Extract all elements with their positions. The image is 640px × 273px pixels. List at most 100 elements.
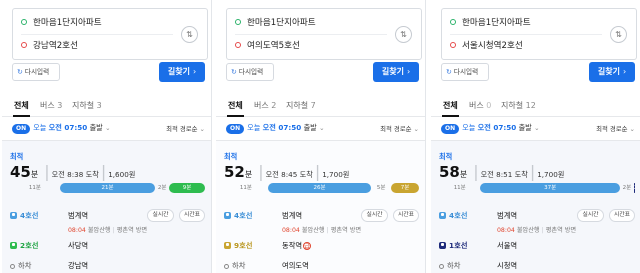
subway-icon bbox=[224, 242, 231, 249]
walk-segment: 11분 bbox=[453, 185, 466, 191]
subway-segment: 7분 bbox=[391, 183, 419, 193]
duration-row: 52분 | 오전 8:45 도착 | 1,700원 bbox=[224, 162, 349, 181]
reset-button[interactable]: ↻ 다시입력 bbox=[12, 63, 60, 81]
tab-label: 버스 bbox=[254, 101, 269, 110]
sort-select[interactable]: 최적 경로순 ⌄ bbox=[380, 124, 419, 133]
tab-label: 전체 bbox=[14, 101, 29, 110]
station-name: 강남역 bbox=[68, 261, 89, 270]
reset-button[interactable]: ↻ 다시입력 bbox=[226, 63, 274, 81]
segment-bar: 11분37분2분2분 bbox=[439, 183, 635, 193]
line-name: 9호선 bbox=[234, 241, 253, 250]
tab-count: 0 bbox=[486, 101, 492, 110]
tab-count: 7 bbox=[310, 101, 316, 110]
station-name: 시청역 bbox=[497, 261, 518, 270]
segment-bar: 11분 21분 2분 9분 bbox=[10, 183, 205, 193]
start-field[interactable]: 한마음1단지아파트 bbox=[21, 16, 102, 28]
alight-label: 하차 bbox=[232, 261, 246, 270]
search-label: 길찾기 bbox=[381, 67, 404, 76]
next-train-time: 08:04 bbox=[282, 227, 300, 234]
on-toggle[interactable]: ON bbox=[12, 124, 31, 134]
line-name: 4호선 bbox=[234, 211, 253, 220]
tab-subway[interactable]: 지하철 7 bbox=[286, 100, 316, 111]
station-name: 사당역 bbox=[68, 241, 88, 251]
line-label: 9호선 bbox=[224, 241, 253, 251]
tab-bus[interactable]: 버스 3 bbox=[40, 100, 62, 111]
tab-subway[interactable]: 지하철 3 bbox=[72, 100, 102, 111]
subway-icon bbox=[224, 212, 231, 219]
line-name: 1호선 bbox=[449, 241, 468, 250]
fare: 1,700원 bbox=[537, 170, 565, 179]
sort-select[interactable]: 최적 경로순 ⌄ bbox=[596, 124, 635, 133]
timetable-button[interactable]: 시간표 bbox=[393, 209, 419, 222]
start-field[interactable]: 한마음1단지아파트 bbox=[450, 16, 531, 28]
tab-subway[interactable]: 지하철 12 bbox=[501, 100, 536, 111]
separator: | bbox=[258, 162, 264, 181]
train-heading: 평촌역 방면 bbox=[330, 227, 362, 234]
walk-segment: 2분 bbox=[157, 185, 167, 191]
start-field[interactable]: 한마음1단지아파트 bbox=[235, 16, 316, 28]
chevron-down-icon: ⌄ bbox=[199, 125, 205, 133]
tab-all[interactable]: 전체 bbox=[227, 100, 244, 117]
tab-count: 12 bbox=[525, 101, 536, 110]
search-label: 길찾기 bbox=[597, 67, 620, 76]
start-dot-icon bbox=[21, 19, 27, 25]
realtime-button[interactable]: 실시간 bbox=[147, 209, 174, 222]
departure-time-selector[interactable]: ON 오늘 오전 07:50 출발 ⌄ bbox=[226, 123, 325, 134]
route-input-box: 한마음1단지아파트 강남역2호선 ⇅ bbox=[12, 8, 208, 60]
route-panel: 한마음1단지아파트 서울시청역2호선 ⇅ ↻ 다시입력 길찾기 › 전체 버스 0 … bbox=[431, 0, 640, 273]
on-toggle[interactable]: ON bbox=[226, 124, 245, 134]
route-compare-screen: 한마음1단지아파트 강남역2호선 ⇅ ↻ 다시입력 길찾기 › 전체 버스 3 지하… bbox=[0, 0, 640, 273]
subway-icon bbox=[439, 212, 446, 219]
reset-button[interactable]: ↻ 다시입력 bbox=[441, 63, 489, 81]
duration-unit: 분 bbox=[30, 170, 39, 179]
time-text: 오전 07:50 bbox=[48, 123, 88, 132]
realtime-button[interactable]: 실시간 bbox=[577, 209, 604, 222]
tab-label: 지하철 bbox=[72, 101, 95, 110]
arrival-time: 오전 8:38 도착 bbox=[51, 170, 99, 179]
duration-row: 45분 | 오전 8:38 도착 | 1,600원 bbox=[10, 162, 135, 181]
tab-all[interactable]: 전체 bbox=[13, 100, 30, 117]
on-toggle[interactable]: ON bbox=[441, 124, 460, 134]
tab-all[interactable]: 전체 bbox=[442, 100, 459, 117]
sort-label: 최적 경로순 bbox=[166, 125, 198, 133]
station-name: 범계역 bbox=[282, 211, 303, 220]
search-route-button[interactable]: 길찾기 › bbox=[589, 62, 635, 82]
end-field[interactable]: 여의도역5호선 bbox=[235, 39, 300, 51]
route-result-card[interactable]: 최적 58분|오전 8:51 도착|1,700원 11분37분2분2분 4호선 … bbox=[431, 140, 640, 273]
departure-time-selector[interactable]: ON 오늘 오전 07:50 출발 ⌄ bbox=[441, 123, 540, 134]
depart-text: 출발 bbox=[89, 123, 103, 132]
station-text: 서울역 bbox=[497, 241, 518, 250]
swap-vertical-icon[interactable]: ⇅ bbox=[610, 26, 627, 43]
fastest-label: 최적 bbox=[224, 152, 238, 161]
swap-vertical-icon[interactable]: ⇅ bbox=[395, 26, 412, 43]
tab-bus[interactable]: 버스 0 bbox=[469, 100, 491, 111]
timetable-button[interactable]: 시간표 bbox=[179, 209, 205, 222]
day-text: 오늘 bbox=[462, 123, 476, 132]
sort-select[interactable]: 최적 경로순 ⌄ bbox=[166, 124, 205, 133]
mode-tabs: 전체 버스 2 지하철 7 bbox=[216, 95, 425, 117]
departure-time-selector[interactable]: ON 오늘 오전 07:50 출발 ⌄ bbox=[12, 123, 111, 134]
subway-segment: 21분 bbox=[59, 183, 156, 193]
walk-segment: 11분 bbox=[239, 185, 252, 191]
day-text: 오늘 bbox=[33, 123, 47, 132]
swap-vertical-icon[interactable]: ⇅ bbox=[181, 26, 198, 43]
tab-label: 전체 bbox=[443, 101, 458, 110]
walk-segment: 2분 bbox=[622, 185, 632, 191]
refresh-icon: ↻ bbox=[17, 68, 23, 76]
timetable-button[interactable]: 시간표 bbox=[609, 209, 635, 222]
separator: | bbox=[314, 162, 321, 181]
duration-row: 58분 | 오전 8:51 도착 | 1,700원 bbox=[439, 162, 564, 181]
end-field[interactable]: 서울시청역2호선 bbox=[450, 39, 523, 51]
realtime-button[interactable]: 실시간 bbox=[361, 209, 388, 222]
station-text: 사당역 bbox=[68, 241, 89, 250]
route-result-card[interactable]: 최적 52분 | 오전 8:45 도착 | 1,700원 11분 26분 5분 7분 4호선 … bbox=[216, 140, 425, 273]
search-route-button[interactable]: 길찾기 › bbox=[373, 62, 419, 82]
chevron-right-icon: › bbox=[622, 67, 627, 76]
end-dot-icon bbox=[235, 42, 241, 48]
end-field[interactable]: 강남역2호선 bbox=[21, 39, 78, 51]
duration-number: 45 bbox=[10, 163, 31, 181]
tab-bus[interactable]: 버스 2 bbox=[254, 100, 276, 111]
train-direction: 불암산행 bbox=[87, 227, 111, 234]
search-route-button[interactable]: 길찾기 › bbox=[159, 62, 205, 82]
route-result-card[interactable]: 최적 45분 | 오전 8:38 도착 | 1,600원 11분 21분 2분 9분 4호선 … bbox=[2, 140, 211, 273]
